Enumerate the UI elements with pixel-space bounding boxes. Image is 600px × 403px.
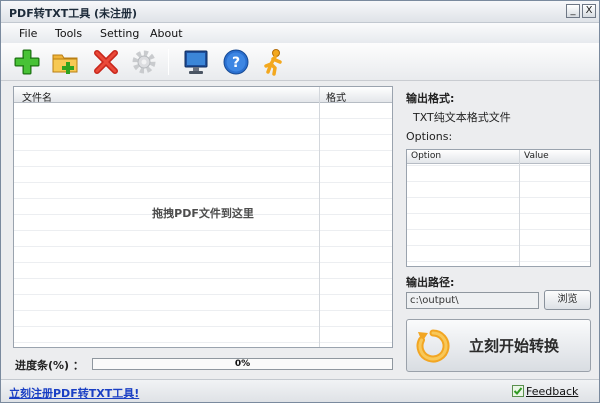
menu-file[interactable]: File [19, 27, 37, 40]
column-option[interactable]: Option [411, 151, 441, 161]
delete-icon [94, 50, 118, 74]
menu-setting[interactable]: Setting [100, 27, 139, 40]
run-button[interactable] [260, 48, 288, 76]
start-convert-label: 立刻开始转换 [469, 337, 560, 355]
runner-icon [264, 49, 282, 76]
help-icon: ? [223, 49, 249, 75]
feedback-label: Feedback [526, 385, 579, 398]
feedback-link[interactable]: Feedback [512, 385, 579, 398]
close-button[interactable]: X [582, 4, 596, 18]
app-window: PDF转TXT工具 (未注册) _ X File Tools Setting A… [0, 0, 600, 403]
file-list-header: 文件名 格式 [14, 87, 392, 104]
menu-tools[interactable]: Tools [55, 27, 82, 40]
window-title: PDF转TXT工具 (未注册) [9, 7, 138, 20]
add-icon [14, 49, 40, 75]
minimize-button[interactable]: _ [566, 4, 580, 18]
register-link[interactable]: 立刻注册PDF转TXT工具! [9, 385, 139, 401]
monitor-button[interactable] [182, 48, 210, 76]
file-list[interactable]: 文件名 格式 拖拽PDF文件到这里 [13, 86, 393, 348]
settings-gear-icon [132, 50, 156, 74]
menu-bar: File Tools Setting About [1, 23, 599, 43]
output-format-value: TXT纯文本格式文件 [413, 111, 511, 124]
help-button[interactable]: ? [222, 48, 250, 76]
title-bar: PDF转TXT工具 (未注册) _ X [1, 1, 599, 23]
options-table[interactable]: Option Value [406, 149, 591, 267]
toolbar-separator [168, 49, 169, 75]
output-format-label: 输出格式: [406, 92, 455, 105]
options-label: Options: [406, 130, 453, 143]
settings-button[interactable] [130, 48, 158, 76]
toolbar: ? [1, 43, 599, 81]
column-value[interactable]: Value [524, 151, 549, 161]
column-format[interactable]: 格式 [326, 89, 346, 104]
options-column-divider [519, 150, 520, 266]
start-convert-button[interactable]: 立刻开始转换 [406, 319, 591, 372]
drop-hint: 拖拽PDF文件到这里 [152, 207, 254, 220]
add-folder-icon [52, 54, 78, 74]
output-path-input[interactable] [406, 292, 539, 309]
add-folder-button[interactable] [51, 48, 79, 76]
options-header: Option Value [407, 150, 590, 164]
svg-text:?: ? [232, 55, 240, 71]
column-filename[interactable]: 文件名 [22, 89, 52, 104]
menu-about[interactable]: About [150, 27, 183, 40]
progress-value: 0% [234, 359, 251, 369]
checkmark-icon [512, 385, 524, 397]
monitor-icon [184, 50, 208, 74]
browse-button[interactable]: 浏览 [544, 290, 591, 310]
add-file-button[interactable] [13, 48, 41, 76]
progress-label: 进度条(%) ： [15, 359, 84, 372]
refresh-arrow-icon [416, 329, 450, 363]
delete-button[interactable] [92, 48, 120, 76]
output-path-label: 输出路径: [406, 276, 455, 289]
status-bar: 立刻注册PDF转TXT工具! Feedback [1, 379, 599, 402]
progress-bar: 0% [92, 358, 393, 370]
